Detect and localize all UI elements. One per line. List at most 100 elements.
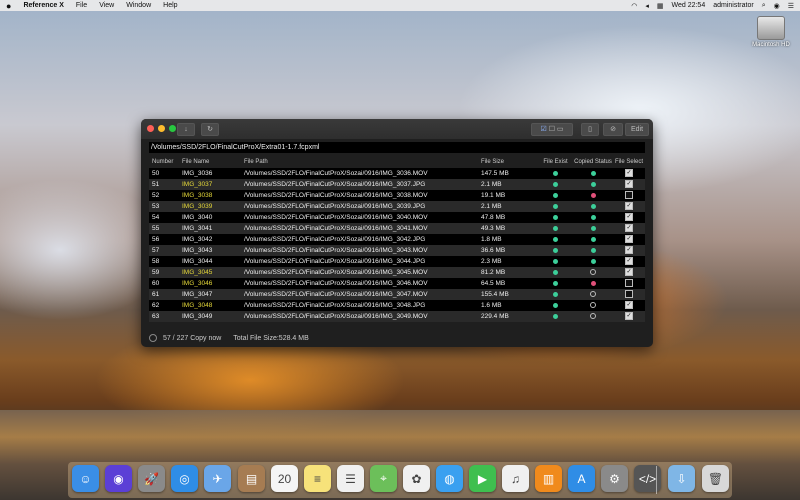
table-row[interactable]: 55 IMG_3041/Volumes/SSD/2FLO/FinalCutProX… [149,223,645,234]
table-row[interactable]: 58 IMG_3044/Volumes/SSD/2FLO/FinalCutProX… [149,256,645,267]
table-row[interactable]: 62 IMG_3048/Volumes/SSD/2FLO/FinalCutProX… [149,300,645,311]
refresh-button[interactable]: ↻ [201,123,219,136]
file-select-checkbox[interactable]: ✓ [625,246,633,255]
file-select-checkbox[interactable]: ✓ [625,224,633,233]
status-bar: 57 / 227 Copy now Total File Size:528.4 … [149,333,645,344]
checkbox-partial-icon[interactable]: ▭ [557,126,564,133]
trash-icon[interactable]: 🗑 [702,465,729,492]
zoom-icon[interactable] [169,125,176,132]
close-icon[interactable] [147,125,154,132]
mail-icon[interactable]: ✈ [204,465,231,492]
settings-button[interactable]: ⊘ [603,123,623,136]
launchpad-icon[interactable]: 🚀 [138,465,165,492]
copied-status-icon [590,269,596,276]
file-select-checkbox[interactable]: ✓ [625,257,633,266]
table-row[interactable]: 63 IMG_3049/Volumes/SSD/2FLO/FinalCutProX… [149,311,645,322]
col-file-select[interactable]: File Select [613,157,645,168]
checkbox-select-all-icon[interactable]: ☑ [540,126,546,133]
finder-icon[interactable]: ☺ [72,465,99,492]
row-copied-status [573,289,613,300]
table-row[interactable]: 51 IMG_3037/Volumes/SSD/2FLO/FinalCutProX… [149,179,645,190]
notes-book-icon[interactable]: ▤ [238,465,265,492]
user-menu[interactable]: administrator [713,2,753,9]
siri-menu-icon[interactable]: ◉ [774,2,780,10]
system-preferences-icon[interactable]: ⚙ [601,465,628,492]
reminders-icon[interactable]: ☰ [337,465,364,492]
siri-icon[interactable]: ◉ [105,465,132,492]
exist-status-icon [553,291,558,297]
books-icon[interactable]: ▥ [535,465,562,492]
file-select-checkbox[interactable]: ✓ [625,169,633,178]
col-copied-status[interactable]: Copied Status [573,157,613,168]
notification-center-icon[interactable]: ☰ [788,2,794,10]
row-copied-status [573,212,613,223]
volume-icon[interactable]: ◂ [645,2,649,10]
table-row[interactable]: 52 IMG_3038/Volumes/SSD/2FLO/FinalCutProX… [149,190,645,201]
row-copied-status [573,168,613,179]
spotlight-icon[interactable]: ⌕ [762,2,766,10]
exist-status-icon [553,214,558,220]
menu-help[interactable]: Help [163,2,177,9]
row-file-exist [538,278,573,289]
photos-icon[interactable]: ✿ [403,465,430,492]
col-file-name[interactable]: File Name [182,157,244,168]
file-select-checkbox[interactable]: ✓ [625,213,633,222]
window-toolbar: ↓ ↻ ☑ ☐ ▭ ▯ ⊘ Edit [141,119,653,139]
col-file-exist[interactable]: File Exist [538,157,573,168]
row-number: 63 [152,313,160,320]
col-file-size[interactable]: File Size [481,157,538,168]
clock[interactable]: Wed 22:54 [671,2,705,9]
file-select-checkbox[interactable] [625,279,633,288]
music-icon[interactable]: ♫ [502,465,529,492]
window-layout-button[interactable]: ▯ [581,123,599,136]
safari-icon[interactable]: ◎ [171,465,198,492]
menu-view[interactable]: View [99,2,114,9]
row-number: 54 [152,214,160,221]
file-path-field[interactable]: /Volumes/SSD/2FLO/FinalCutProX/Extra01-1… [149,142,645,153]
row-file-path: /Volumes/SSD/2FLO/FinalCutProX/Sozai/091… [244,258,426,265]
col-file-path[interactable]: File Path [244,157,481,168]
checkbox-select-none-icon[interactable]: ☐ [549,126,555,133]
table-row[interactable]: 56 IMG_3042/Volumes/SSD/2FLO/FinalCutProX… [149,234,645,245]
selection-toggle-group[interactable]: ☑ ☐ ▭ [531,123,573,136]
file-select-checkbox[interactable]: ✓ [625,180,633,189]
maps-icon[interactable]: ⌖ [370,465,397,492]
notes-icon[interactable]: ≡ [304,465,331,492]
facetime-icon[interactable]: ▶ [469,465,496,492]
file-select-checkbox[interactable]: ✓ [625,202,633,211]
col-number[interactable]: Number [149,157,182,168]
desktop-hd-item[interactable]: Macintosh HD [748,16,794,48]
file-select-checkbox[interactable] [625,191,633,200]
row-file-size: 229.4 MB [481,313,509,320]
row-file-name: IMG_3042 [182,236,213,243]
table-row[interactable]: 61 IMG_3047/Volumes/SSD/2FLO/FinalCutProX… [149,289,645,300]
hd-label: Macintosh HD [752,42,790,48]
row-file-select: ✓ [613,311,645,322]
table-row[interactable]: 60 IMG_3046/Volumes/SSD/2FLO/FinalCutProX… [149,278,645,289]
menu-file[interactable]: File [76,2,87,9]
edit-button[interactable]: Edit [625,123,649,136]
flag-icon[interactable]: ▦ [657,2,664,10]
apple-menu-icon[interactable]: ● [6,1,11,11]
file-select-checkbox[interactable]: ✓ [625,312,633,321]
downloads-folder-icon[interactable]: ⇩ [668,465,695,492]
table-row[interactable]: 59 IMG_3045/Volumes/SSD/2FLO/FinalCutProX… [149,267,645,278]
minimize-icon[interactable] [158,125,165,132]
table-row[interactable]: 53 IMG_3039/Volumes/SSD/2FLO/FinalCutProX… [149,201,645,212]
download-button[interactable]: ↓ [177,123,195,136]
file-select-checkbox[interactable]: ✓ [625,301,633,310]
row-file-size: 2.1 MB [481,203,502,210]
file-select-checkbox[interactable] [625,290,633,299]
app-menu[interactable]: Reference X [23,2,63,9]
table-row[interactable]: 54 IMG_3040/Volumes/SSD/2FLO/FinalCutProX… [149,212,645,223]
calendar-icon[interactable]: 20 [271,465,298,492]
table-row[interactable]: 57 IMG_3043/Volumes/SSD/2FLO/FinalCutProX… [149,245,645,256]
app-store-icon[interactable]: A [568,465,595,492]
messages-icon[interactable]: ◍ [436,465,463,492]
menu-window[interactable]: Window [126,2,151,9]
table-row[interactable]: 50 IMG_3036/Volumes/SSD/2FLO/FinalCutProX… [149,168,645,179]
file-select-checkbox[interactable]: ✓ [625,235,633,244]
wifi-icon[interactable]: ◠ [631,2,637,10]
row-file-select [613,278,645,289]
file-select-checkbox[interactable]: ✓ [625,268,633,277]
